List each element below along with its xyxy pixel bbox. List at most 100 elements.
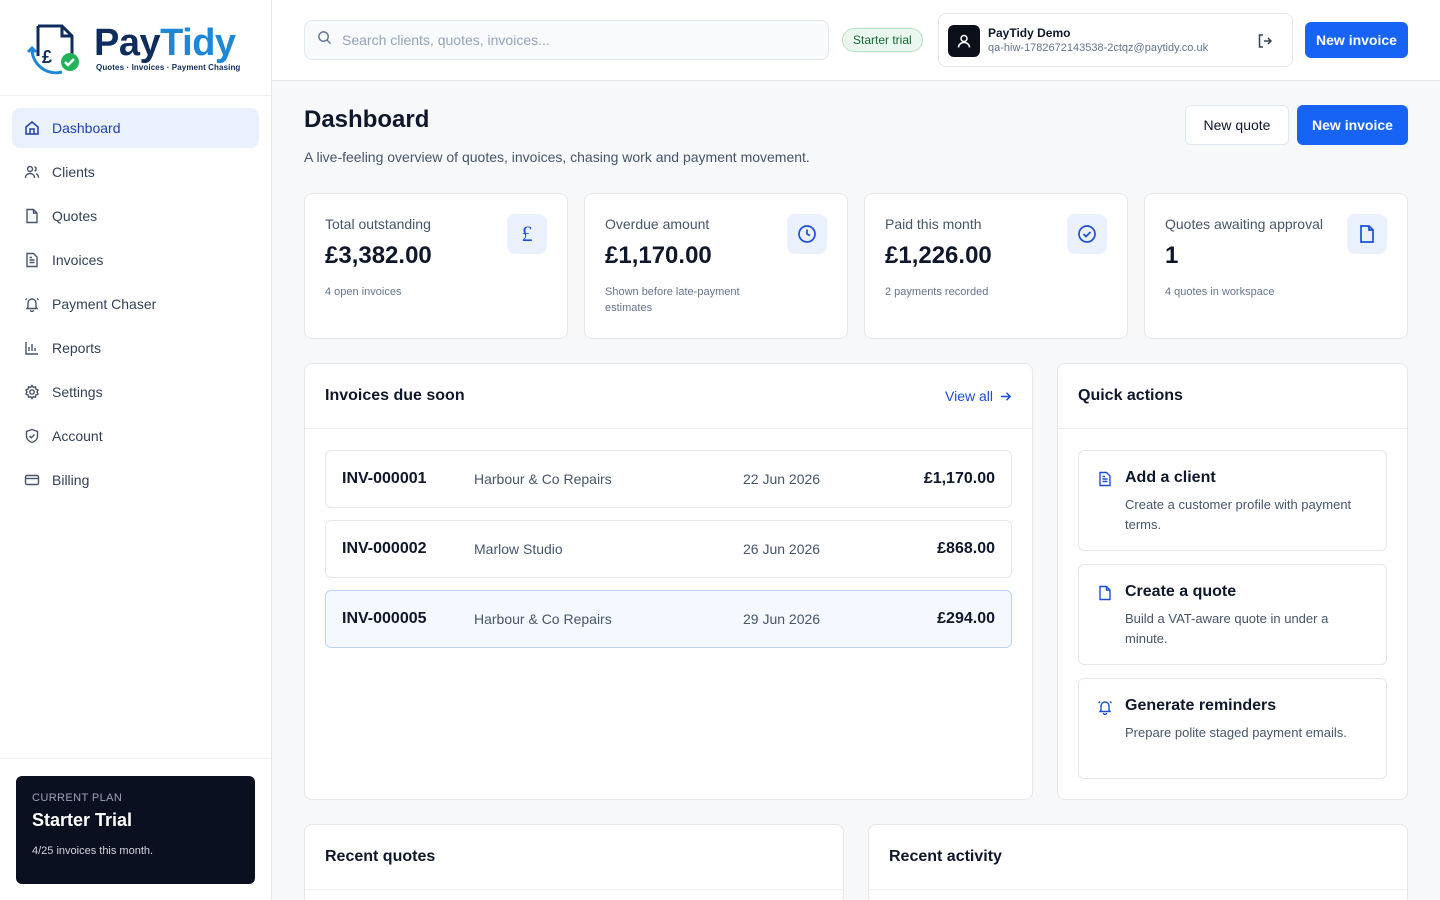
sidebar-item-label: Account [52, 428, 103, 444]
sidebar-item-invoices[interactable]: Invoices [12, 240, 259, 280]
topbar: Starter trial PayTidy Demo qa-hiw-178267… [272, 0, 1440, 81]
stat-note: 4 quotes in workspace [1165, 286, 1275, 298]
invoice-client: Harbour & Co Repairs [474, 471, 612, 487]
invoice-icon [24, 252, 40, 268]
invoice-client: Harbour & Co Repairs [474, 611, 612, 627]
sidebar-item-label: Billing [52, 472, 90, 488]
new-quote-button[interactable]: New quote [1185, 105, 1289, 145]
sidebar-item-account[interactable]: Account [12, 416, 259, 456]
table-row[interactable]: INV-000005 Harbour & Co Repairs 29 Jun 2… [325, 590, 1012, 648]
invoice-due-date: 22 Jun 2026 [743, 471, 821, 487]
table-row[interactable]: INV-000002 Marlow Studio 26 Jun 2026 £86… [325, 520, 1012, 578]
sidebar-item-quotes[interactable]: Quotes [12, 196, 259, 236]
brand-name-pay: Pay [94, 22, 161, 64]
recent-quotes-panel: Recent quotes [304, 824, 844, 900]
quick-actions-panel: Quick actions Add a client Create a cust… [1057, 363, 1408, 800]
invoice-amount: £868.00 [937, 540, 995, 557]
sidebar-item-label: Quotes [52, 208, 98, 224]
check-circle-icon [1067, 214, 1107, 254]
logo-mark-icon: £ [24, 16, 88, 80]
panel-title: Invoices due soon [325, 387, 465, 404]
bar-chart-icon [24, 340, 40, 356]
stat-label: Paid this month [885, 216, 982, 232]
sidebar-item-label: Clients [52, 164, 95, 180]
stat-label: Overdue amount [605, 216, 710, 232]
invoice-amount: £294.00 [937, 610, 995, 627]
stat-card-total-outstanding: Total outstanding £3,382.00 4 open invoi… [304, 193, 568, 339]
sidebar-item-billing[interactable]: Billing [12, 460, 259, 500]
brand-logo[interactable]: £ PayTidy Quotes · Invoices · Payment Ch… [0, 0, 271, 96]
quick-action-add-client[interactable]: Add a client Create a customer profile w… [1078, 450, 1387, 551]
stat-note: 4 open invoices [325, 286, 402, 298]
arrow-right-icon [999, 390, 1012, 403]
invoice-number: INV-000005 [342, 610, 427, 627]
shield-icon [24, 428, 40, 444]
invoice-number: INV-000002 [342, 540, 427, 557]
stat-label: Total outstanding [325, 216, 431, 232]
quick-action-desc: Prepare polite staged payment emails. [1125, 725, 1347, 740]
svg-text:£: £ [42, 47, 52, 67]
sidebar-item-label: Dashboard [52, 120, 121, 136]
sidebar-item-payment-chaser[interactable]: Payment Chaser [12, 284, 259, 324]
quick-action-title: Create a quote [1125, 583, 1237, 600]
sidebar-item-label: Invoices [52, 252, 104, 268]
card-icon [24, 472, 40, 488]
home-icon [24, 120, 40, 136]
stat-note: 2 payments recorded [885, 286, 989, 298]
sidebar-nav: Dashboard Clients Quotes Invoices Paymen… [0, 96, 271, 516]
brand-tagline: Quotes · Invoices · Payment Chasing [96, 63, 241, 72]
sidebar-item-settings[interactable]: Settings [12, 372, 259, 412]
page-subtitle: A live-feeling overview of quotes, invoi… [304, 149, 810, 165]
stat-card-paid-this-month: Paid this month £1,226.00 2 payments rec… [864, 193, 1128, 339]
invoice-client: Marlow Studio [474, 541, 563, 557]
topbar-new-invoice-button[interactable]: New invoice [1305, 22, 1408, 58]
search-input[interactable] [342, 32, 802, 48]
panel-title: Recent quotes [325, 848, 436, 865]
sidebar-item-clients[interactable]: Clients [12, 152, 259, 192]
sidebar-item-label: Reports [52, 340, 102, 356]
new-invoice-button[interactable]: New invoice [1297, 105, 1408, 145]
stat-label: Quotes awaiting approval [1165, 216, 1323, 232]
invoices-due-soon-panel: Invoices due soon View all INV-000001 Ha… [304, 363, 1033, 800]
brand-name-tidy: Tidy [160, 22, 236, 64]
table-row[interactable]: INV-000001 Harbour & Co Repairs 22 Jun 2… [325, 450, 1012, 508]
sidebar-item-dashboard[interactable]: Dashboard [12, 108, 259, 148]
trial-badge: Starter trial [842, 28, 923, 52]
logout-icon[interactable] [1256, 32, 1274, 50]
user-avatar-icon [948, 25, 980, 57]
clock-icon [787, 214, 827, 254]
panel-title: Recent activity [889, 848, 1002, 865]
plan-usage: 4/25 invoices this month. [32, 845, 154, 857]
sidebar-item-label: Payment Chaser [52, 296, 157, 312]
user-name: PayTidy Demo [988, 26, 1071, 40]
user-email: qa-hiw-1782672143538-2ctqz@paytidy.co.uk [988, 42, 1209, 54]
stat-note: Shown before late-payment estimates [605, 286, 740, 314]
file-icon [1097, 585, 1113, 601]
user-menu[interactable]: PayTidy Demo qa-hiw-1782672143538-2ctqz@… [938, 13, 1293, 67]
view-all-label: View all [945, 388, 993, 404]
search-box[interactable] [304, 20, 829, 60]
invoice-due-date: 26 Jun 2026 [743, 541, 821, 557]
search-icon [317, 30, 332, 50]
sidebar-item-reports[interactable]: Reports [12, 328, 259, 368]
panel-title: Quick actions [1078, 387, 1183, 404]
recent-activity-panel: Recent activity [868, 824, 1408, 900]
quick-action-desc: Build a VAT-aware quote in under a minut… [1125, 611, 1329, 646]
view-all-link[interactable]: View all [945, 388, 1012, 404]
stat-card-overdue-amount: Overdue amount £1,170.00 Shown before la… [584, 193, 848, 339]
bell-icon [24, 296, 40, 312]
plan-name: Starter Trial [32, 810, 133, 830]
users-icon [24, 164, 40, 180]
plan-label: CURRENT PLAN [32, 792, 123, 804]
quick-action-create-quote[interactable]: Create a quote Build a VAT-aware quote i… [1078, 564, 1387, 665]
pound-icon: £ [507, 214, 547, 254]
quick-action-generate-reminders[interactable]: Generate reminders Prepare polite staged… [1078, 678, 1387, 779]
invoice-icon [1097, 471, 1113, 487]
bell-icon [1097, 699, 1113, 716]
gear-icon [24, 384, 40, 400]
quick-action-desc: Create a customer profile with payment t… [1125, 497, 1352, 532]
sidebar-footer: CURRENT PLAN Starter Trial 4/25 invoices… [0, 758, 271, 900]
quick-action-title: Add a client [1125, 469, 1216, 486]
invoice-due-date: 29 Jun 2026 [743, 611, 821, 627]
sidebar-item-label: Settings [52, 384, 103, 400]
